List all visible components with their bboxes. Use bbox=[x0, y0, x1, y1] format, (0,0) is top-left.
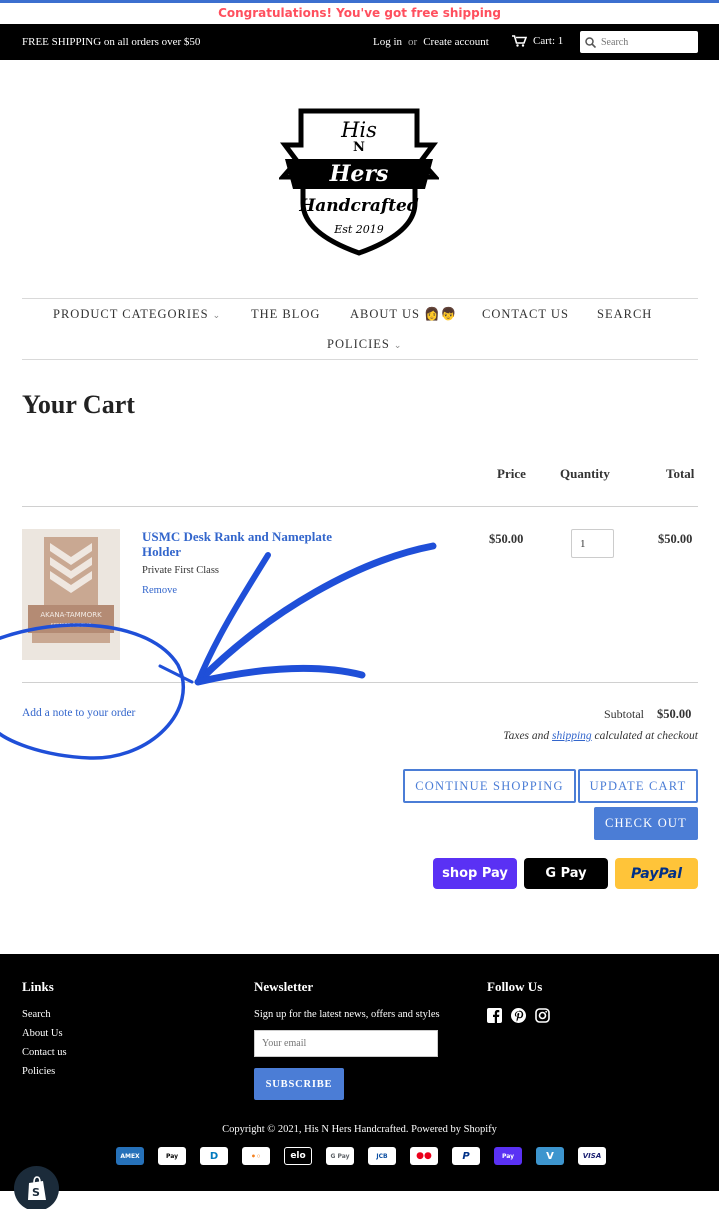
footer-link-search[interactable]: Search bbox=[22, 1009, 51, 1020]
nav-label: PRODUCT CATEGORIES bbox=[53, 307, 209, 321]
subtotal-value: $50.00 bbox=[657, 707, 692, 721]
nav-label: ABOUT US 👩👦 bbox=[350, 307, 458, 321]
shop-pay-icon: Pay bbox=[494, 1147, 522, 1165]
visa-icon: VISA bbox=[578, 1147, 606, 1165]
logo-text-handcrafted: Handcrafted bbox=[298, 196, 419, 216]
top-bar: FREE SHIPPING on all orders over $50 Log… bbox=[0, 24, 719, 60]
logo-text-his: His bbox=[340, 118, 377, 142]
taxes-text: calculated at checkout bbox=[591, 730, 698, 742]
logo-text-hers: Hers bbox=[329, 161, 389, 187]
instagram-icon[interactable] bbox=[535, 1008, 550, 1023]
paypal-icon: P bbox=[452, 1147, 480, 1165]
product-image[interactable]: AKANA-TAMMORK SEMPER FIDELIS bbox=[22, 529, 120, 660]
main-nav: PRODUCT CATEGORIES ⌄ THE BLOG ABOUT US 👩👦… bbox=[22, 298, 698, 360]
add-note-link[interactable]: Add a note to your order bbox=[22, 707, 135, 719]
newsletter-title: Newsletter bbox=[254, 979, 314, 994]
google-pay-button[interactable]: G Pay bbox=[524, 858, 608, 889]
footer-link-policies[interactable]: Policies bbox=[22, 1066, 55, 1077]
cart-count: Cart: 1 bbox=[533, 35, 564, 47]
remove-link[interactable]: Remove bbox=[142, 585, 177, 596]
plate-text-name: AKANA-TAMMORK bbox=[40, 611, 102, 619]
diners-club-icon: D bbox=[200, 1147, 228, 1165]
announcement-bar: Congratulations! You've got free shippin… bbox=[0, 0, 719, 24]
divider bbox=[22, 506, 698, 507]
logo-text-est: Est 2019 bbox=[333, 223, 384, 236]
copyright-text: Copyright © 2021, His N Hers Handcrafted… bbox=[222, 1124, 497, 1135]
chevron-down-icon: ⌄ bbox=[212, 310, 222, 320]
store-logo[interactable]: His N Hers Handcrafted Est 2019 bbox=[277, 105, 441, 257]
footer-links-title: Links bbox=[22, 979, 54, 994]
or-text: or bbox=[408, 36, 418, 48]
amex-icon: AMEX bbox=[116, 1147, 144, 1165]
footer-link-contact[interactable]: Contact us bbox=[22, 1047, 67, 1058]
shop-pay-label: shop Pay bbox=[442, 866, 508, 881]
divider bbox=[22, 682, 698, 683]
facebook-icon[interactable] bbox=[487, 1008, 502, 1023]
shop-pay-button[interactable]: shop Pay bbox=[433, 858, 517, 889]
header-quantity: Quantity bbox=[560, 466, 610, 481]
paypal-label: PayPal bbox=[630, 865, 683, 882]
venmo-icon: V bbox=[536, 1147, 564, 1165]
nav-product-categories[interactable]: PRODUCT CATEGORIES ⌄ bbox=[53, 307, 221, 322]
login-link[interactable]: Log in bbox=[373, 36, 402, 48]
update-cart-button[interactable]: UPDATE CART bbox=[578, 769, 698, 803]
taxes-text: Taxes and bbox=[503, 730, 553, 742]
cart-link[interactable]: Cart: 1 bbox=[512, 35, 563, 47]
nav-label: CONTACT US bbox=[482, 307, 569, 321]
nav-label: THE BLOG bbox=[251, 307, 321, 321]
search-icon[interactable] bbox=[585, 36, 596, 48]
checkout-button[interactable]: CHECK OUT bbox=[594, 807, 698, 840]
discover-icon: •◦ bbox=[242, 1147, 270, 1165]
footer: Links Search About Us Contact us Policie… bbox=[0, 954, 719, 1191]
follow-title: Follow Us bbox=[487, 979, 543, 994]
svg-text:S: S bbox=[32, 1186, 40, 1199]
apple-pay-icon: Pay bbox=[158, 1147, 186, 1165]
search-box[interactable] bbox=[580, 31, 698, 53]
email-field[interactable] bbox=[254, 1030, 438, 1057]
google-pay-icon: G Pay bbox=[326, 1147, 354, 1165]
header-price: Price bbox=[497, 466, 526, 481]
shipping-link[interactable]: shipping bbox=[552, 730, 592, 742]
nav-about[interactable]: ABOUT US 👩👦 bbox=[350, 307, 461, 322]
chevron-down-icon: ⌄ bbox=[393, 340, 403, 350]
logo-text-n: N bbox=[353, 140, 365, 155]
paypal-button[interactable]: PayPal bbox=[615, 858, 698, 889]
nav-contact[interactable]: CONTACT US bbox=[482, 307, 569, 322]
elo-icon: elo bbox=[284, 1147, 312, 1165]
pinterest-icon[interactable] bbox=[511, 1008, 526, 1023]
footer-link-about[interactable]: About Us bbox=[22, 1028, 63, 1039]
account-links: Log in or Create account bbox=[373, 36, 489, 48]
product-name-link[interactable]: USMC Desk Rank and Nameplate Holder bbox=[142, 529, 362, 559]
quantity-input[interactable] bbox=[571, 529, 614, 558]
google-pay-label: G Pay bbox=[545, 866, 587, 881]
payment-icons: AMEX Pay D •◦ elo G Pay JCB ●● P Pay V V… bbox=[116, 1147, 606, 1165]
subtotal-label: Subtotal bbox=[604, 707, 645, 721]
nav-label: POLICIES bbox=[327, 337, 390, 351]
shopify-badge-icon[interactable]: S bbox=[14, 1166, 59, 1209]
nav-policies[interactable]: POLICIES ⌄ bbox=[327, 337, 402, 352]
item-total: $50.00 bbox=[658, 532, 693, 546]
newsletter-text: Sign up for the latest news, offers and … bbox=[254, 1009, 440, 1020]
item-price: $50.00 bbox=[489, 532, 524, 546]
subscribe-button[interactable]: SUBSCRIBE bbox=[254, 1068, 344, 1100]
taxes-note: Taxes and shipping calculated at checkou… bbox=[503, 730, 698, 742]
nav-blog[interactable]: THE BLOG bbox=[251, 307, 320, 322]
create-account-link[interactable]: Create account bbox=[423, 36, 489, 48]
mastercard-icon: ●● bbox=[410, 1147, 438, 1165]
cart-icon bbox=[512, 35, 527, 47]
plate-text-motto: SEMPER FIDELIS bbox=[51, 623, 92, 629]
search-input[interactable] bbox=[601, 36, 691, 48]
header-total: Total bbox=[666, 466, 695, 481]
product-variant: Private First Class bbox=[142, 565, 220, 576]
jcb-icon: JCB bbox=[368, 1147, 396, 1165]
announcement-text: Congratulations! You've got free shippin… bbox=[218, 6, 501, 20]
page-title: Your Cart bbox=[22, 390, 135, 419]
nav-search[interactable]: SEARCH bbox=[597, 307, 652, 322]
nav-label: SEARCH bbox=[597, 307, 653, 321]
continue-shopping-button[interactable]: CONTINUE SHOPPING bbox=[403, 769, 576, 803]
